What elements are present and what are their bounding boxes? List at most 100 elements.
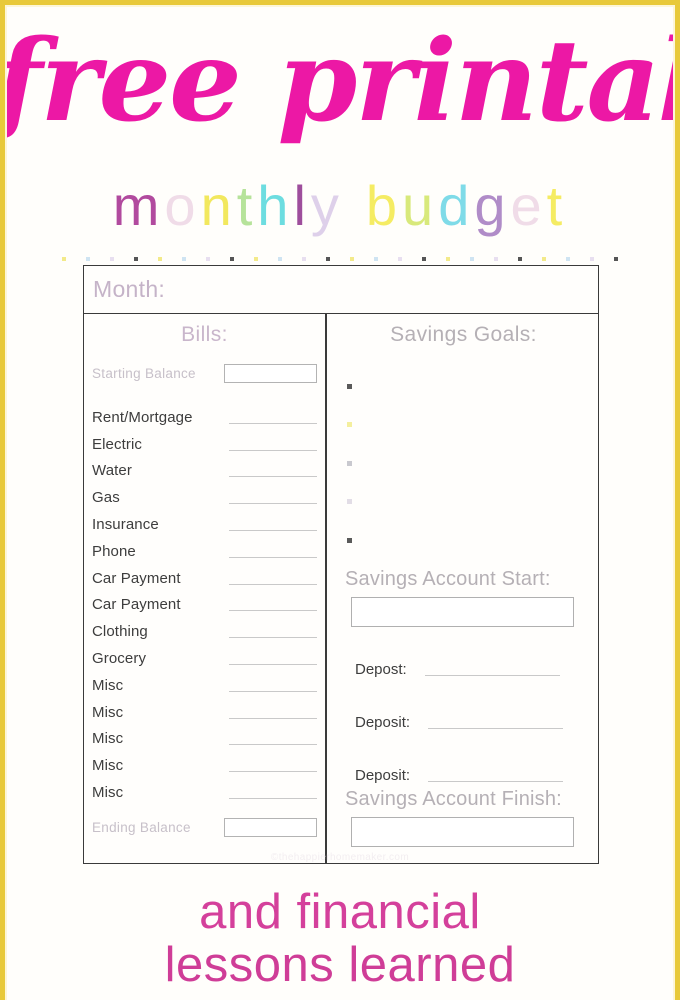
bill-row: Car Payment bbox=[92, 562, 317, 589]
savings-goal-row[interactable] bbox=[347, 521, 588, 560]
ending-balance-label: Ending Balance bbox=[92, 820, 191, 836]
bill-amount-input[interactable] bbox=[229, 636, 317, 639]
subtitle-letter: m bbox=[112, 174, 165, 237]
subtitle-letter: d bbox=[438, 174, 475, 237]
footer-line-1: and financial bbox=[199, 885, 481, 939]
divider-dot bbox=[350, 257, 354, 261]
bill-amount-input[interactable] bbox=[229, 663, 317, 665]
savings-goal-row[interactable] bbox=[347, 406, 588, 445]
divider-dot bbox=[278, 257, 282, 261]
bill-label: Car Payment bbox=[92, 569, 181, 587]
divider-dot bbox=[542, 257, 546, 261]
deposit-amount-input[interactable] bbox=[428, 727, 564, 729]
bill-amount-input[interactable] bbox=[229, 529, 317, 531]
bills-list: Rent/Mortgage Electric Water Gas Insurance Ph… bbox=[92, 401, 317, 803]
savings-account-finish-input[interactable] bbox=[351, 816, 574, 847]
deposit-row: Depost: bbox=[339, 627, 588, 680]
savings-account-finish-label: Savings Account Finish: bbox=[345, 787, 562, 810]
savings-goal-row[interactable] bbox=[347, 444, 588, 483]
deposit-amount-input[interactable] bbox=[424, 674, 560, 676]
bullet-icon bbox=[347, 422, 352, 428]
divider-dot bbox=[494, 257, 498, 261]
divider-dot bbox=[134, 257, 138, 261]
bill-amount-input[interactable] bbox=[229, 422, 317, 424]
bill-amount-input[interactable] bbox=[229, 475, 317, 478]
bill-row: Misc bbox=[92, 776, 317, 803]
savings-account-start-label: Savings Account Start: bbox=[345, 567, 551, 590]
divider-dot bbox=[614, 257, 618, 261]
month-label: Month: bbox=[93, 276, 166, 302]
savings-account-start-input[interactable] bbox=[351, 596, 574, 627]
bill-label: Electric bbox=[92, 435, 142, 453]
divider-dot bbox=[62, 257, 66, 261]
form-columns: Bills: Starting Balance Rent/Mortgage Ele… bbox=[84, 314, 598, 863]
divider-dot bbox=[374, 257, 378, 261]
bill-row: Misc bbox=[92, 669, 317, 696]
subtitle-letter: t bbox=[236, 174, 258, 237]
savings-goal-row[interactable] bbox=[347, 367, 588, 406]
divider-dot bbox=[398, 257, 402, 261]
bill-amount-input[interactable] bbox=[229, 770, 317, 773]
bill-amount-input[interactable] bbox=[229, 449, 317, 451]
bill-row: Gas bbox=[92, 481, 317, 508]
bullet-icon bbox=[347, 383, 352, 389]
bill-row: Water bbox=[92, 455, 317, 482]
bill-amount-input[interactable] bbox=[229, 609, 317, 612]
printable-page: free printable monthly budget Month: Bill… bbox=[0, 0, 680, 1000]
divider-dot bbox=[566, 257, 570, 261]
deposit-amount-input[interactable] bbox=[428, 780, 564, 782]
bill-label: Phone bbox=[92, 542, 136, 560]
bullet-icon bbox=[347, 460, 352, 466]
divider-dot bbox=[590, 257, 594, 261]
ending-balance-row: Ending Balance bbox=[92, 815, 317, 841]
ending-balance-input[interactable] bbox=[224, 818, 317, 838]
divider-dot bbox=[182, 257, 186, 261]
savings-goals-heading: Savings Goals: bbox=[390, 323, 537, 346]
bill-amount-input[interactable] bbox=[229, 717, 317, 719]
divider-dot bbox=[110, 257, 114, 261]
page-title-script: free printable bbox=[0, 16, 680, 147]
bill-amount-input[interactable] bbox=[229, 583, 317, 585]
deposit-label: Depost: bbox=[355, 660, 407, 678]
month-row[interactable]: Month: bbox=[84, 266, 598, 314]
starting-balance-row: Starting Balance bbox=[92, 361, 317, 385]
starting-balance-label: Starting Balance bbox=[92, 365, 196, 381]
bill-amount-input[interactable] bbox=[229, 502, 317, 505]
bill-amount-input[interactable] bbox=[229, 797, 317, 799]
deposit-label: Deposit: bbox=[355, 713, 411, 731]
subtitle-word-monthly: monthly bbox=[113, 178, 344, 234]
footer-line-2: lessons learned bbox=[164, 938, 516, 992]
bill-row: Misc bbox=[92, 696, 317, 723]
divider-dot bbox=[470, 257, 474, 261]
bill-row: Rent/Mortgage bbox=[92, 401, 317, 428]
bill-label: Clothing bbox=[92, 623, 148, 641]
bill-amount-input[interactable] bbox=[229, 556, 317, 558]
subtitle-word-budget: budget bbox=[366, 178, 567, 234]
subtitle-letter: y bbox=[310, 174, 344, 237]
divider-dot bbox=[158, 257, 162, 261]
bill-label: Misc bbox=[92, 703, 124, 721]
bill-label: Insurance bbox=[92, 515, 159, 533]
bill-row: Insurance bbox=[92, 508, 317, 535]
footer-caption: and financial lessons learned bbox=[0, 886, 680, 992]
savings-column: Savings Goals: Savings Account Start: De… bbox=[327, 314, 598, 863]
bill-label: Misc bbox=[92, 676, 124, 694]
bill-label: Water bbox=[92, 462, 132, 480]
bill-amount-input[interactable] bbox=[229, 743, 317, 746]
bill-row: Phone bbox=[92, 535, 317, 562]
bill-amount-input[interactable] bbox=[229, 690, 317, 692]
divider-dot bbox=[518, 257, 522, 261]
bill-row: Misc bbox=[92, 749, 317, 776]
budget-form: Month: Bills: Starting Balance Rent/Mort… bbox=[83, 265, 599, 864]
watermark: ©thehappierhomemaker.com bbox=[270, 852, 410, 863]
starting-balance-input[interactable] bbox=[224, 363, 317, 383]
divider-dot bbox=[230, 257, 234, 261]
bill-label: Misc bbox=[92, 730, 124, 748]
savings-goal-row[interactable] bbox=[347, 483, 588, 522]
bill-label: Gas bbox=[92, 489, 120, 507]
bill-row: Grocery bbox=[92, 642, 317, 669]
bill-label: Grocery bbox=[92, 649, 147, 667]
divider-dot bbox=[446, 257, 450, 261]
bullet-icon bbox=[347, 499, 352, 505]
bill-label: Rent/Mortgage bbox=[92, 408, 193, 426]
